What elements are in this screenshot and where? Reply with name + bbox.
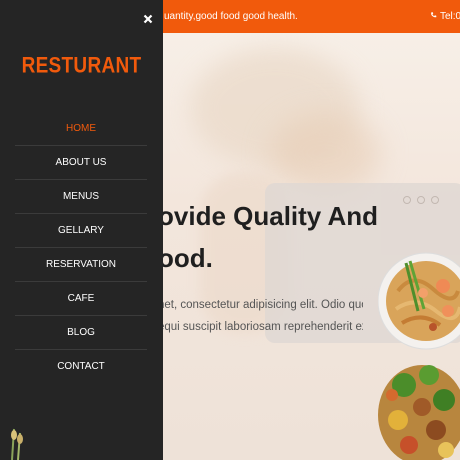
phone-contact[interactable]: Tel:09	[430, 11, 460, 22]
main-nav: HOME ABOUT US MENUS GELLARY RESERVATION …	[15, 112, 147, 384]
nav-item-cafe[interactable]: CAFE	[15, 282, 147, 316]
hero-headline-line2: ood.	[158, 243, 213, 273]
nav-item-reservation[interactable]: RESERVATION	[15, 248, 147, 282]
nav-item-blog[interactable]: BLOG	[15, 316, 147, 350]
hero-headline: ovide Quality And ood.	[158, 195, 388, 279]
nav-item-menus[interactable]: MENUS	[15, 180, 147, 214]
hero-description-line2: equi suscipit laboriosam reprehenderit e…	[158, 321, 363, 333]
nav-item-about-us[interactable]: ABOUT US	[15, 146, 147, 180]
hero-description: net, consectetur adipisicing elit. Odio …	[158, 294, 363, 338]
tagline-text: uantity,good food good health.	[164, 11, 298, 22]
hero-background-blur	[270, 113, 380, 193]
phone-icon	[431, 12, 437, 18]
hero-headline-line1: ovide Quality And	[158, 201, 379, 231]
close-icon[interactable]	[143, 14, 153, 24]
side-navigation-drawer: RESTURANT HOME ABOUT US MENUS GELLARY RE…	[0, 0, 163, 460]
phone-number: Tel:09	[440, 11, 460, 22]
hero-description-line1: net, consectetur adipisicing elit. Odio …	[158, 299, 363, 311]
nav-item-contact[interactable]: CONTACT	[15, 350, 147, 384]
herb-decoration-image	[11, 428, 23, 460]
stir-fry-dish-image	[378, 365, 460, 460]
nav-item-home[interactable]: HOME	[15, 112, 147, 146]
site-logo[interactable]: RESTURANT	[0, 54, 163, 79]
nav-item-gallery[interactable]: GELLARY	[15, 214, 147, 248]
